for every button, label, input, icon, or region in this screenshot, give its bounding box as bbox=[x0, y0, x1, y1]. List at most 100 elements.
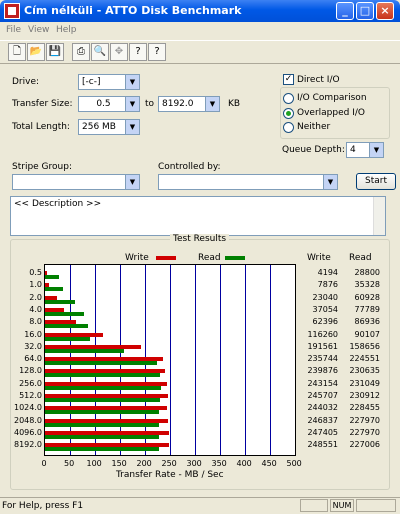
status-pane bbox=[300, 499, 328, 512]
x-tick-label: 100 bbox=[86, 459, 102, 468]
block-size-label: 4096.0 bbox=[14, 427, 42, 437]
x-tick-label: 0 bbox=[41, 459, 47, 468]
transfer-from-value: 0.5 bbox=[96, 99, 111, 109]
total-length-value: 256 MB bbox=[82, 122, 116, 132]
drive-value: [-c-] bbox=[82, 77, 101, 87]
move-icon[interactable]: ✥ bbox=[110, 43, 128, 61]
block-size-label: 0.5 bbox=[29, 268, 42, 277]
read-bar bbox=[45, 385, 161, 390]
stripe-group-select[interactable]: ▼ bbox=[12, 174, 140, 190]
app-icon bbox=[4, 3, 20, 19]
queue-depth-label: Queue Depth: bbox=[282, 145, 345, 155]
read-value: 77789 bbox=[354, 304, 380, 314]
block-size-label: 256.0 bbox=[19, 378, 42, 388]
neither-label: Neither bbox=[297, 122, 331, 132]
block-size-label: 32.0 bbox=[24, 341, 42, 351]
block-size-label: 8192.0 bbox=[14, 440, 42, 450]
x-tick-label: 50 bbox=[64, 459, 75, 468]
total-length-select[interactable]: 256 MB ▼ bbox=[78, 119, 140, 135]
chart-plot-area bbox=[44, 264, 296, 456]
neither-radio[interactable] bbox=[283, 122, 294, 133]
save-icon[interactable]: 💾 bbox=[46, 43, 64, 61]
transfer-to-select[interactable]: 8192.0 ▼ bbox=[158, 96, 220, 112]
block-size-label: 128.0 bbox=[19, 366, 42, 376]
print-icon[interactable]: ⎙ bbox=[72, 43, 90, 61]
transfer-size-label: Transfer Size: bbox=[12, 99, 73, 109]
num-indicator: NUM bbox=[330, 499, 354, 512]
legend-write-swatch bbox=[156, 256, 176, 260]
write-value: 37054 bbox=[312, 304, 338, 314]
description-textarea[interactable]: << Description >> bbox=[10, 196, 386, 236]
direct-io-label: Direct I/O bbox=[297, 75, 340, 85]
menu-view[interactable]: View bbox=[28, 25, 49, 35]
menu-file[interactable]: File bbox=[6, 25, 21, 35]
gridline bbox=[245, 265, 246, 455]
minimize-button[interactable]: _ bbox=[336, 2, 354, 20]
write-value: 243154 bbox=[307, 378, 338, 388]
close-button[interactable]: × bbox=[376, 2, 394, 20]
direct-io-checkbox[interactable]: ✓ bbox=[283, 74, 294, 85]
write-value: 4194 bbox=[317, 268, 338, 277]
results-title: Test Results bbox=[170, 234, 230, 244]
queue-depth-value: 4 bbox=[350, 145, 356, 155]
write-value: 239876 bbox=[307, 366, 338, 376]
context-help-icon[interactable]: ? bbox=[148, 43, 166, 61]
menu-help[interactable]: Help bbox=[56, 25, 77, 35]
block-size-label: 1024.0 bbox=[14, 403, 42, 413]
read-column-header: Read bbox=[349, 253, 372, 263]
read-value: 86936 bbox=[354, 317, 380, 327]
write-value: 23040 bbox=[312, 292, 338, 302]
block-size-label: 64.0 bbox=[24, 354, 42, 364]
maximize-button[interactable]: □ bbox=[356, 2, 374, 20]
x-tick-label: 450 bbox=[261, 459, 277, 468]
write-value: 247405 bbox=[307, 427, 338, 437]
read-value: 227970 bbox=[349, 415, 380, 425]
read-value: 28800 bbox=[354, 268, 380, 277]
x-tick-label: 200 bbox=[136, 459, 152, 468]
description-scrollbar[interactable] bbox=[373, 197, 385, 235]
io-comparison-label: I/O Comparison bbox=[297, 93, 367, 103]
io-comparison-radio[interactable] bbox=[283, 93, 294, 104]
overlapped-io-radio[interactable] bbox=[283, 108, 294, 119]
chevron-down-icon: ▼ bbox=[369, 143, 383, 157]
x-tick-label: 500 bbox=[286, 459, 302, 468]
read-value: 158656 bbox=[349, 341, 380, 351]
new-icon[interactable]: 🗋 bbox=[8, 43, 26, 61]
legend-read-swatch bbox=[225, 256, 245, 260]
read-bar bbox=[45, 361, 158, 366]
write-value: 245707 bbox=[307, 391, 338, 400]
total-length-label: Total Length: bbox=[12, 122, 70, 132]
write-value: 244032 bbox=[307, 403, 338, 413]
block-size-label: 4.0 bbox=[29, 304, 42, 314]
read-bar bbox=[45, 422, 159, 427]
write-value: 235744 bbox=[307, 354, 338, 364]
read-bar bbox=[45, 299, 76, 304]
controlled-by-label: Controlled by: bbox=[158, 162, 221, 172]
gridline bbox=[220, 265, 221, 455]
x-tick-label: 400 bbox=[236, 459, 252, 468]
status-text: For Help, press F1 bbox=[2, 501, 84, 511]
start-button[interactable]: Start bbox=[356, 173, 396, 190]
print-preview-icon[interactable]: 🔍 bbox=[91, 43, 109, 61]
read-bar bbox=[45, 275, 60, 279]
read-bar bbox=[45, 348, 125, 353]
transfer-to-value: 8192.0 bbox=[162, 99, 194, 109]
write-value: 191561 bbox=[307, 341, 338, 351]
queue-depth-select[interactable]: 4 ▼ bbox=[346, 142, 384, 158]
read-bar bbox=[45, 287, 63, 292]
x-tick-label: 150 bbox=[111, 459, 127, 468]
transfer-from-select[interactable]: 0.5 ▼ bbox=[78, 96, 140, 112]
read-bar bbox=[45, 311, 84, 316]
x-tick-label: 250 bbox=[161, 459, 177, 468]
controlled-by-select[interactable]: ▼ bbox=[158, 174, 338, 190]
read-value: 90107 bbox=[354, 329, 380, 339]
read-value: 227006 bbox=[349, 440, 380, 450]
drive-select[interactable]: [-c-] ▼ bbox=[78, 74, 140, 90]
write-value: 7876 bbox=[317, 280, 338, 290]
chevron-down-icon: ▼ bbox=[125, 120, 139, 134]
open-icon[interactable]: 📂 bbox=[27, 43, 45, 61]
kb-label: KB bbox=[228, 99, 241, 109]
drive-label: Drive: bbox=[12, 77, 40, 87]
help-icon[interactable]: ? bbox=[129, 43, 147, 61]
write-value: 248551 bbox=[307, 440, 338, 450]
